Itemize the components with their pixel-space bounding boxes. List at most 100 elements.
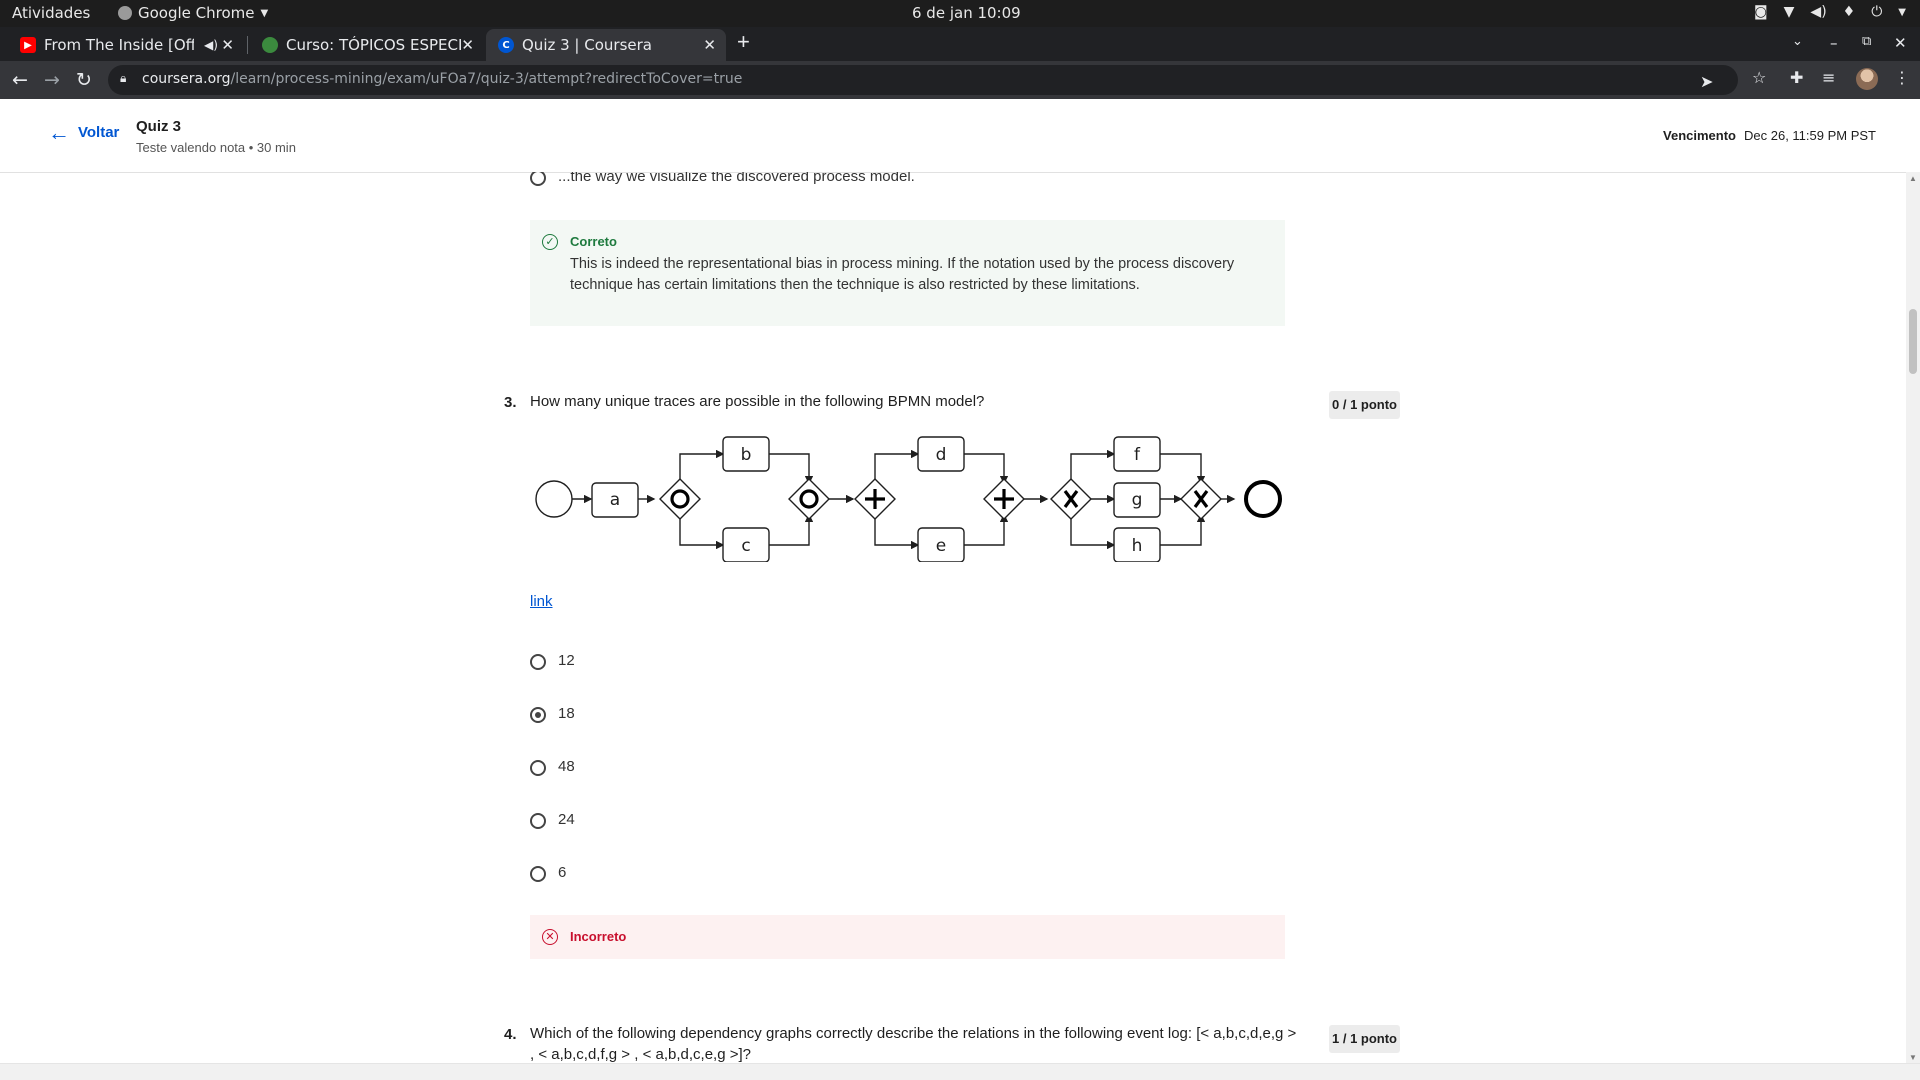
tab-youtube[interactable]: ▶ From The Inside [Offic ◀) ✕ — [8, 29, 244, 61]
tab-title: From The Inside [Offic — [44, 36, 194, 54]
gov-icon — [262, 37, 278, 53]
forward-arrow-icon[interactable]: → — [44, 69, 60, 91]
power-icon: ⏻ — [1871, 4, 1883, 20]
reload-icon[interactable]: ↻ — [76, 69, 92, 91]
chrome-menu-icon[interactable]: ⋮ — [1894, 68, 1910, 87]
url-path: /learn/process-mining/exam/uFOa7/quiz-3/… — [230, 71, 743, 87]
coursera-icon: C — [498, 37, 514, 53]
end-event — [1244, 480, 1282, 518]
discord-icon[interactable]: ◙ — [1754, 4, 1768, 20]
quiz-subtitle: Teste valendo nota • 30 min — [136, 140, 296, 155]
caret-down-icon: ▼ — [260, 7, 269, 19]
x-circle-icon: ✕ — [542, 929, 558, 945]
app-menu[interactable]: Google Chrome ▼ — [118, 4, 268, 22]
or-join-gateway — [788, 478, 830, 520]
chrome-icon — [118, 6, 132, 20]
tab-separator — [247, 36, 248, 54]
youtube-icon: ▶ — [20, 37, 36, 53]
back-button[interactable]: ← Voltar — [48, 119, 120, 145]
wifi-icon: ▼ — [1783, 4, 1795, 20]
scroll-down-icon[interactable]: ▼ — [1909, 1053, 1917, 1062]
feedback-title: Correto — [570, 234, 617, 249]
q3-option-radio-12[interactable] — [530, 654, 546, 670]
task-f-label: f — [1134, 445, 1141, 465]
task-e-label: e — [936, 536, 946, 556]
reading-list-icon[interactable]: ≡ — [1822, 68, 1835, 87]
quiz-content: ...the way we visualize the discovered p… — [0, 172, 1906, 1064]
q3-option-radio-18[interactable] — [530, 707, 546, 723]
close-tab-icon[interactable]: ✕ — [221, 36, 234, 54]
volume-icon: ◀) — [1810, 4, 1827, 20]
task-h-label: h — [1132, 536, 1143, 556]
or-split-gateway — [659, 478, 701, 520]
due-label: Vencimento — [1663, 128, 1736, 143]
extensions-puzzle-icon[interactable]: ✚ — [1790, 68, 1803, 87]
tab-curso[interactable]: Curso: TÓPICOS ESPECIAI ✕ — [250, 29, 484, 61]
q3-option-label: 18 — [558, 705, 575, 722]
bookmark-star-icon[interactable]: ☆ — [1752, 68, 1766, 87]
tab-strip: ▶ From The Inside [Offic ◀) ✕ Curso: TÓP… — [0, 27, 1920, 61]
tab-quiz-3-coursera[interactable]: C Quiz 3 | Coursera ✕ — [486, 29, 726, 61]
send-tab-icon[interactable]: ➤ — [1700, 72, 1713, 91]
arrow-left-icon: ← — [48, 119, 70, 145]
q3-option-radio-24[interactable] — [530, 813, 546, 829]
q3-option-label: 6 — [558, 864, 567, 881]
q2-option-label: ...the way we visualize the discovered p… — [558, 172, 915, 185]
q3-score-badge: 0 / 1 ponto — [1329, 391, 1400, 419]
tab-search-chevron-icon[interactable]: ⌄ — [1792, 34, 1803, 49]
vertical-scrollbar[interactable]: ▲ ▼ — [1906, 172, 1920, 1064]
horizontal-scrollbar[interactable] — [0, 1063, 1920, 1080]
due-date: Vencimento Dec 26, 11:59 PM PST — [1663, 128, 1876, 143]
close-tab-icon[interactable]: ✕ — [703, 36, 716, 54]
back-label: Voltar — [78, 124, 120, 141]
task-a-label: a — [610, 490, 620, 510]
q3-option-label: 48 — [558, 758, 575, 775]
system-top-bar: Atividades Google Chrome ▼ 6 de jan 10:0… — [0, 0, 1920, 27]
task-g-label: g — [1132, 490, 1143, 510]
task-b-label: b — [741, 445, 752, 465]
browser-toolbar: ← → ↻ 🔒︎ coursera.org/learn/process-mini… — [0, 61, 1920, 99]
q3-feedback-incorrect: ✕ Incorreto — [530, 915, 1285, 959]
url-domain: coursera.org — [142, 71, 231, 87]
start-event — [535, 480, 573, 518]
feedback-title: Incorreto — [570, 929, 627, 944]
q4-text-line-2: , < a,b,c,d,f,g > , < a,b,d,c,e,g >]? — [530, 1046, 751, 1063]
q2-feedback-correct: ✓ Correto This is indeed the representat… — [530, 220, 1285, 326]
speaker-icon[interactable]: ◀) — [204, 38, 218, 52]
q3-option-radio-48[interactable] — [530, 760, 546, 776]
restore-window-button[interactable]: ⧉ — [1862, 34, 1871, 49]
bpmn-diagram: a b c d e f g h — [535, 436, 1282, 562]
close-tab-icon[interactable]: ✕ — [461, 36, 474, 54]
q3-number: 3. — [504, 394, 517, 411]
scroll-up-icon[interactable]: ▲ — [1909, 174, 1917, 183]
q3-option-label: 12 — [558, 652, 575, 669]
system-tray[interactable]: ◙ ▼ ◀) ♦ ⏻ ▼ — [1754, 4, 1906, 20]
quiz-title: Quiz 3 — [136, 118, 182, 135]
activities-button[interactable]: Atividades — [12, 4, 90, 22]
back-arrow-icon[interactable]: ← — [12, 69, 28, 91]
profile-avatar[interactable] — [1856, 68, 1878, 90]
clock[interactable]: 6 de jan 10:09 — [912, 4, 1021, 22]
url-text[interactable]: coursera.org/learn/process-mining/exam/u… — [142, 71, 742, 87]
q3-text: How many unique traces are possible in t… — [530, 393, 985, 410]
address-bar[interactable]: 🔒︎ coursera.org/learn/process-mining/exa… — [108, 65, 1738, 95]
app-menu-label: Google Chrome — [138, 4, 255, 22]
new-tab-button[interactable]: + — [737, 29, 750, 55]
task-c-label: c — [741, 536, 750, 556]
tab-title: Quiz 3 | Coursera — [522, 36, 652, 54]
close-window-button[interactable]: ✕ — [1894, 34, 1907, 52]
q3-option-radio-6[interactable] — [530, 866, 546, 882]
q2-option-radio[interactable] — [530, 172, 546, 186]
minimize-window-button[interactable]: – — [1830, 34, 1838, 52]
tab-title: Curso: TÓPICOS ESPECIAI — [286, 36, 462, 54]
diagram-link[interactable]: link — [530, 593, 553, 610]
quiz-header: ← Voltar Quiz 3 Teste valendo nota • 30 … — [0, 99, 1920, 173]
q4-score-badge: 1 / 1 ponto — [1329, 1025, 1400, 1053]
scrollbar-thumb[interactable] — [1909, 309, 1917, 374]
task-d-label: d — [936, 445, 947, 465]
tray-menu-caret-icon[interactable]: ▼ — [1898, 7, 1906, 18]
q3-option-label: 24 — [558, 811, 575, 828]
feedback-text: This is indeed the representational bias… — [570, 256, 1235, 293]
q4-number: 4. — [504, 1026, 517, 1043]
lock-icon[interactable]: 🔒︎ — [120, 71, 126, 86]
